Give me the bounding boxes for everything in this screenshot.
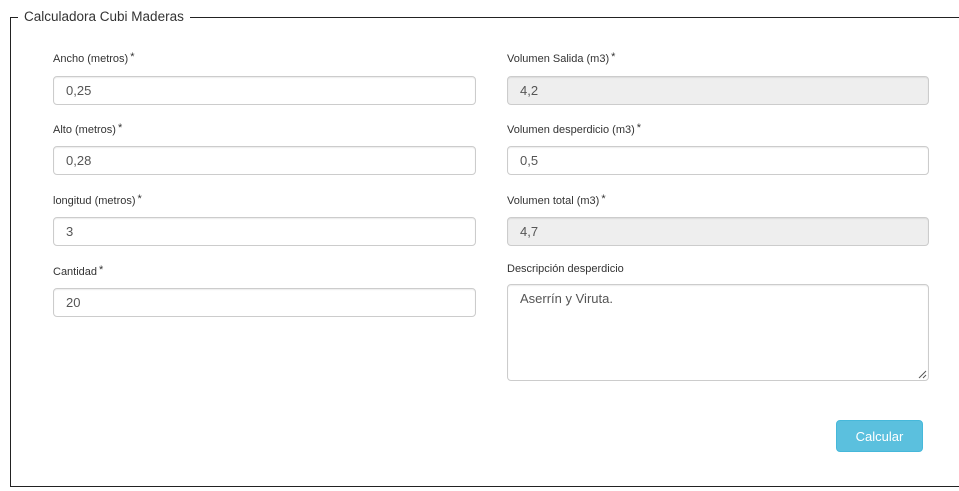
volumen-desperdicio-input[interactable]: [507, 146, 929, 175]
alto-input[interactable]: [53, 146, 476, 175]
ancho-label: Ancho (metros) *: [53, 51, 135, 65]
resize-handle-icon[interactable]: [917, 369, 927, 379]
alto-label: Alto (metros) *: [53, 122, 123, 136]
volumen-salida-input: [507, 76, 929, 105]
volumen-total-input: [507, 217, 929, 246]
descripcion-desperdicio-label: Descripción desperdicio: [507, 263, 624, 275]
calcular-button[interactable]: Calcular: [836, 420, 923, 452]
volumen-total-label: Volumen total (m3) *: [507, 193, 606, 207]
required-marker: *: [137, 193, 142, 205]
required-marker: *: [601, 193, 606, 205]
descripcion-desperdicio-textarea[interactable]: Aserrín y Viruta.: [507, 284, 929, 381]
required-marker: *: [611, 51, 616, 63]
volumen-desperdicio-label: Volumen desperdicio (m3) *: [507, 122, 642, 136]
ancho-input[interactable]: [53, 76, 476, 105]
cantidad-label: Cantidad *: [53, 264, 104, 278]
required-marker: *: [636, 122, 642, 134]
required-marker: *: [117, 122, 123, 134]
form-legend: Calculadora Cubi Maderas: [18, 9, 190, 25]
required-marker: *: [130, 51, 135, 63]
longitud-label: longitud (metros) *: [53, 193, 142, 207]
longitud-input[interactable]: [53, 217, 476, 246]
required-marker: *: [99, 264, 104, 276]
cantidad-input[interactable]: [53, 288, 476, 317]
volumen-salida-label: Volumen Salida (m3) *: [507, 51, 616, 65]
